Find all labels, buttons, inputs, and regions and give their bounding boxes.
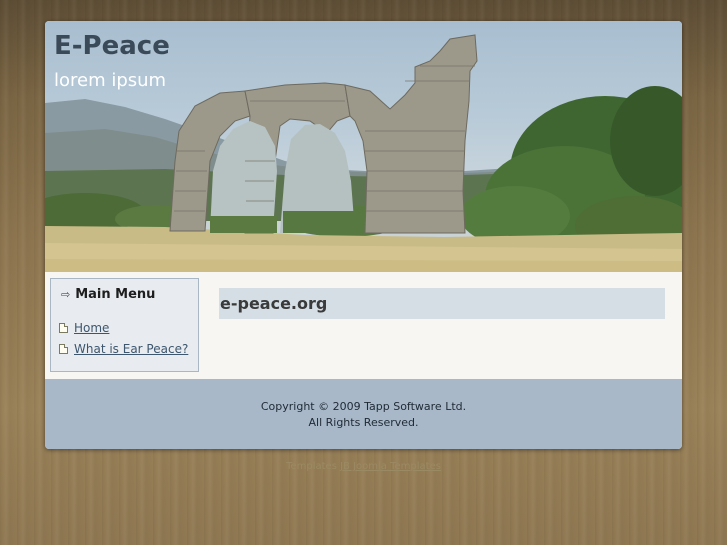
main-menu: ⇨ Main Menu Home What is Ear Peace? [50, 278, 199, 372]
arrow-right-icon: ⇨ [61, 287, 71, 301]
footer: Copyright © 2009 Tapp Software Ltd. All … [45, 379, 682, 449]
site-title: E-Peace [54, 31, 170, 61]
menu-item-what-is-ear-peace[interactable]: What is Ear Peace? [59, 342, 188, 356]
main-menu-title-text: Main Menu [75, 286, 156, 302]
menu-link-home[interactable]: Home [74, 321, 109, 335]
header-banner: E-Peace lorem ipsum [45, 21, 682, 272]
document-icon [59, 344, 68, 354]
article-title: e-peace.org [220, 294, 328, 313]
menu-link-what-is-ear-peace[interactable]: What is Ear Peace? [74, 342, 188, 356]
credit-prefix: Templates [286, 461, 337, 472]
content-area: ⇨ Main Menu Home What is Ear Peace? e-pe… [45, 272, 682, 379]
footer-copyright: Copyright © 2009 Tapp Software Ltd. [260, 400, 467, 413]
main-menu-title: ⇨ Main Menu [61, 286, 155, 302]
footer-rights: All Rights Reserved. [308, 416, 419, 429]
site-slogan: lorem ipsum [54, 70, 167, 91]
document-icon [59, 323, 68, 333]
menu-item-home[interactable]: Home [59, 321, 109, 335]
credit-link[interactable]: JB Joomla Templates [340, 461, 441, 472]
page-container: E-Peace lorem ipsum ⇨ Main Menu Home Wha… [45, 21, 682, 449]
template-credit: Templates JB Joomla Templates [0, 461, 727, 472]
article-title-bar: e-peace.org [219, 288, 665, 319]
